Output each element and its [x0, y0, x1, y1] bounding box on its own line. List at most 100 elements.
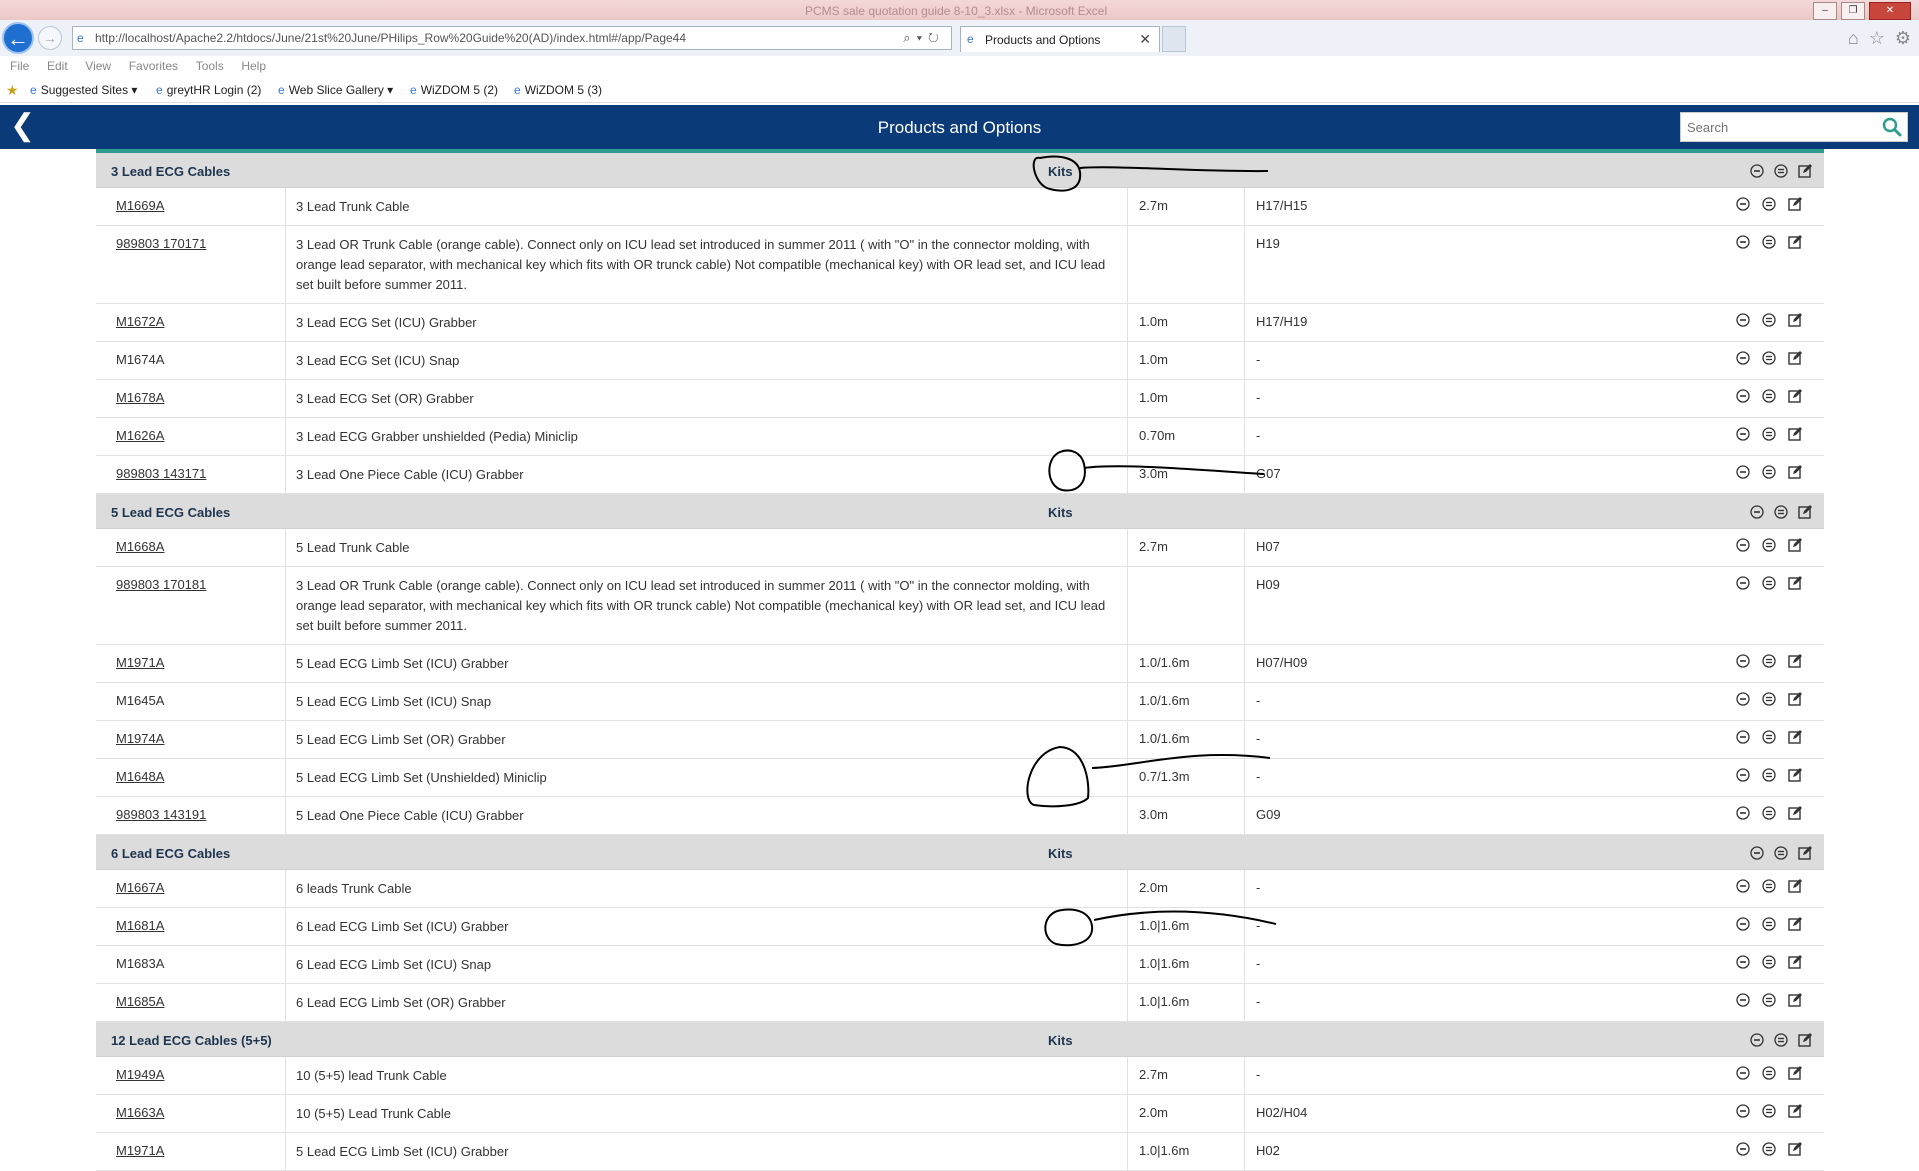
row-edit-icon[interactable] — [1786, 877, 1804, 895]
row-edit-icon[interactable] — [1786, 915, 1804, 933]
row-edit-icon[interactable] — [1786, 690, 1804, 708]
row-details-icon[interactable] — [1760, 877, 1778, 895]
menu-help[interactable]: Help — [241, 59, 266, 73]
row-edit-icon[interactable] — [1786, 804, 1804, 822]
product-code[interactable]: M1648A — [116, 769, 164, 784]
minimize-button[interactable]: – — [1813, 2, 1837, 20]
product-code[interactable]: M1626A — [116, 428, 164, 443]
row-edit-icon[interactable] — [1786, 766, 1804, 784]
menu-file[interactable]: File — [10, 59, 29, 73]
row-remove-icon[interactable] — [1734, 349, 1752, 367]
product-code[interactable]: 989803 170181 — [116, 577, 206, 592]
row-remove-icon[interactable] — [1734, 195, 1752, 213]
product-code[interactable]: M1974A — [116, 731, 164, 746]
product-code[interactable]: 989803 143191 — [116, 807, 206, 822]
row-details-icon[interactable] — [1760, 652, 1778, 670]
fav-wizdom-3[interactable]: e WiZDOM 5 (3) — [514, 83, 602, 97]
settings-gear-icon[interactable]: ⚙ — [1895, 28, 1911, 49]
row-edit-icon[interactable] — [1786, 652, 1804, 670]
row-remove-icon[interactable] — [1734, 463, 1752, 481]
row-edit-icon[interactable] — [1786, 991, 1804, 1009]
row-remove-icon[interactable] — [1734, 804, 1752, 822]
fav-wizdom-2[interactable]: e WiZDOM 5 (2) — [410, 83, 498, 97]
tab-close-icon[interactable]: ✕ — [1139, 31, 1151, 48]
kits-link[interactable]: Kits — [1048, 846, 1073, 861]
row-details-icon[interactable] — [1760, 766, 1778, 784]
close-window-button[interactable]: ✕ — [1869, 2, 1911, 20]
row-details-icon[interactable] — [1760, 1102, 1778, 1120]
row-edit-icon[interactable] — [1786, 728, 1804, 746]
search-box[interactable] — [1680, 112, 1908, 142]
home-icon[interactable]: ⌂ — [1848, 28, 1859, 49]
row-details-icon[interactable] — [1760, 233, 1778, 251]
browser-forward-button[interactable]: → — [38, 26, 62, 50]
section-remove-icon[interactable] — [1748, 503, 1766, 521]
row-remove-icon[interactable] — [1734, 953, 1752, 971]
row-remove-icon[interactable] — [1734, 728, 1752, 746]
kits-link[interactable]: Kits — [1048, 505, 1073, 520]
browser-back-button[interactable]: ← — [2, 22, 34, 54]
section-edit-icon[interactable] — [1796, 844, 1814, 862]
product-code[interactable]: M1663A — [116, 1105, 164, 1120]
address-tools-icon[interactable]: ⌕▾↻ — [903, 30, 945, 46]
row-remove-icon[interactable] — [1734, 652, 1752, 670]
row-remove-icon[interactable] — [1734, 1140, 1752, 1158]
product-code[interactable]: M1678A — [116, 390, 164, 405]
address-url[interactable]: http://localhost/Apache2.2/htdocs/June/2… — [95, 31, 686, 45]
product-code[interactable]: 989803 143171 — [116, 466, 206, 481]
row-edit-icon[interactable] — [1786, 1064, 1804, 1082]
product-code[interactable]: M1685A — [116, 994, 164, 1009]
row-edit-icon[interactable] — [1786, 953, 1804, 971]
browser-tab[interactable]: e Products and Options ✕ — [960, 26, 1160, 52]
row-remove-icon[interactable] — [1734, 991, 1752, 1009]
row-remove-icon[interactable] — [1734, 233, 1752, 251]
row-edit-icon[interactable] — [1786, 195, 1804, 213]
product-code[interactable]: M1949A — [116, 1067, 164, 1082]
section-details-icon[interactable] — [1772, 503, 1790, 521]
row-details-icon[interactable] — [1760, 690, 1778, 708]
row-details-icon[interactable] — [1760, 728, 1778, 746]
product-code[interactable]: M1971A — [116, 655, 164, 670]
row-edit-icon[interactable] — [1786, 387, 1804, 405]
section-details-icon[interactable] — [1772, 1031, 1790, 1049]
row-edit-icon[interactable] — [1786, 536, 1804, 554]
row-details-icon[interactable] — [1760, 536, 1778, 554]
product-code[interactable]: 989803 170171 — [116, 236, 206, 251]
row-remove-icon[interactable] — [1734, 766, 1752, 784]
row-details-icon[interactable] — [1760, 991, 1778, 1009]
row-details-icon[interactable] — [1760, 953, 1778, 971]
row-remove-icon[interactable] — [1734, 425, 1752, 443]
menu-edit[interactable]: Edit — [47, 59, 68, 73]
row-edit-icon[interactable] — [1786, 574, 1804, 592]
row-edit-icon[interactable] — [1786, 1102, 1804, 1120]
row-details-icon[interactable] — [1760, 1064, 1778, 1082]
new-tab-button[interactable] — [1162, 26, 1186, 52]
row-details-icon[interactable] — [1760, 311, 1778, 329]
product-code[interactable]: M1672A — [116, 314, 164, 329]
kits-link[interactable]: Kits — [1048, 1033, 1073, 1048]
favorites-star-icon[interactable]: ☆ — [1869, 28, 1885, 49]
product-code[interactable]: M1681A — [116, 918, 164, 933]
section-details-icon[interactable] — [1772, 844, 1790, 862]
menu-favorites[interactable]: Favorites — [129, 59, 178, 73]
fav-web-slice-gallery[interactable]: e Web Slice Gallery ▾ — [278, 83, 393, 97]
row-edit-icon[interactable] — [1786, 311, 1804, 329]
section-edit-icon[interactable] — [1796, 1031, 1814, 1049]
section-remove-icon[interactable] — [1748, 844, 1766, 862]
row-remove-icon[interactable] — [1734, 574, 1752, 592]
row-remove-icon[interactable] — [1734, 311, 1752, 329]
kits-link[interactable]: Kits — [1048, 164, 1073, 179]
product-code[interactable]: M1668A — [116, 539, 164, 554]
row-edit-icon[interactable] — [1786, 233, 1804, 251]
section-remove-icon[interactable] — [1748, 1031, 1766, 1049]
row-details-icon[interactable] — [1760, 387, 1778, 405]
menu-tools[interactable]: Tools — [196, 59, 224, 73]
row-edit-icon[interactable] — [1786, 463, 1804, 481]
row-details-icon[interactable] — [1760, 349, 1778, 367]
row-edit-icon[interactable] — [1786, 349, 1804, 367]
row-details-icon[interactable] — [1760, 1140, 1778, 1158]
row-details-icon[interactable] — [1760, 915, 1778, 933]
product-code[interactable]: M1971A — [116, 1143, 164, 1158]
row-details-icon[interactable] — [1760, 195, 1778, 213]
section-details-icon[interactable] — [1772, 162, 1790, 180]
